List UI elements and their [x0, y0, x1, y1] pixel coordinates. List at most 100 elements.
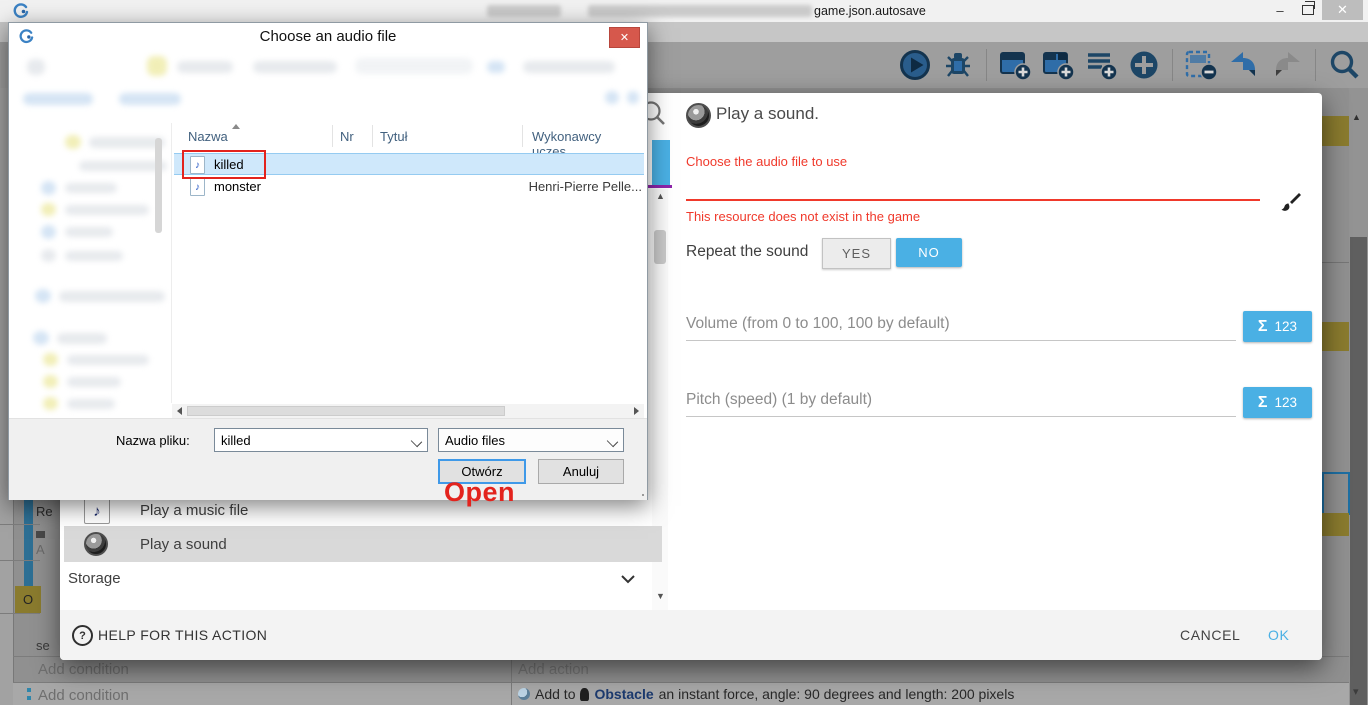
- ok-button[interactable]: OK: [1268, 627, 1289, 643]
- action-text-suffix: an instant force, angle: 90 degrees and …: [659, 686, 1015, 702]
- cancel-button[interactable]: CANCEL: [1180, 627, 1240, 643]
- event-row-line: [1322, 262, 1349, 263]
- column-divider[interactable]: [332, 125, 333, 147]
- file-chooser-dialog: Choose an audio file ✕: [8, 22, 648, 500]
- volume-input[interactable]: [686, 340, 1236, 341]
- redacted-search-box: [523, 61, 615, 73]
- repeat-no-button[interactable]: NO: [896, 238, 962, 267]
- undo-icon: [1227, 48, 1261, 82]
- restore-icon: [1302, 5, 1314, 15]
- add-event-icon: [998, 48, 1032, 82]
- screen: game.json.autosave – ✕: [0, 0, 1368, 705]
- sigma-icon: Σ: [1258, 394, 1268, 412]
- redacted-tree-icon: [41, 181, 56, 195]
- redacted-tree-item: [79, 161, 167, 171]
- pitch-field-label: Pitch (speed) (1 by default): [686, 391, 872, 409]
- close-window-button[interactable]: ✕: [1322, 0, 1363, 20]
- delete-event-icon: [1184, 48, 1218, 82]
- column-divider[interactable]: [522, 125, 523, 147]
- repeat-yes-button[interactable]: YES: [822, 238, 891, 269]
- redacted-tree-icon: [43, 353, 58, 366]
- minimize-button[interactable]: –: [1266, 0, 1294, 20]
- add-event-button[interactable]: [997, 47, 1033, 83]
- add-comment-button[interactable]: [1083, 47, 1119, 83]
- help-link[interactable]: HELP FOR THIS ACTION: [98, 627, 267, 643]
- scroll-up-icon[interactable]: ▲: [1352, 112, 1361, 122]
- redo-button[interactable]: [1269, 47, 1305, 83]
- redacted-tree-icon: [41, 225, 56, 239]
- chevron-down-icon: [607, 436, 618, 447]
- redacted-tree-icon: [35, 289, 51, 303]
- pitch-input[interactable]: [686, 416, 1236, 417]
- brush-icon[interactable]: [1278, 191, 1302, 215]
- caret-down-icon[interactable]: ▾: [1353, 685, 1359, 698]
- volume-expression-button[interactable]: Σ 123: [1243, 311, 1312, 342]
- scroll-up-icon[interactable]: ▲: [656, 191, 665, 201]
- toolbar-separator: [986, 49, 987, 81]
- delete-event-button[interactable]: [1183, 47, 1219, 83]
- redacted-tree-item: [65, 227, 113, 237]
- hscrollbar-thumb[interactable]: [187, 406, 505, 416]
- chevron-down-icon[interactable]: [620, 574, 636, 584]
- annotation-rectangle: [182, 150, 266, 179]
- event-row-line: [0, 613, 40, 614]
- redacted-nav-button: [27, 59, 45, 75]
- add-something-button[interactable]: [1126, 47, 1162, 83]
- scroll-down-icon[interactable]: ▼: [656, 591, 665, 601]
- anuluj-button[interactable]: Anuluj: [538, 459, 624, 484]
- column-divider[interactable]: [372, 125, 373, 147]
- file-row[interactable]: ♪ monster Henri-Pierre Pelle...: [174, 176, 644, 197]
- action-list-item-play-music[interactable]: Play a music file: [140, 502, 248, 519]
- resize-grip[interactable]: [642, 494, 644, 496]
- speaker-icon: [84, 532, 108, 556]
- category-accent-line: [646, 185, 672, 188]
- event-row-line: [0, 524, 40, 525]
- add-condition-link[interactable]: Add condition: [38, 661, 129, 678]
- redacted-tree-icon: [43, 375, 58, 388]
- add-subevent-button[interactable]: [1040, 47, 1076, 83]
- play-icon: [898, 48, 932, 82]
- column-header-nr[interactable]: Nr: [340, 129, 354, 144]
- restore-button[interactable]: [1294, 0, 1322, 20]
- redacted-organize-menu: [23, 93, 93, 105]
- speaker-icon: [686, 103, 711, 128]
- events-scrollbar-thumb[interactable]: [1350, 237, 1367, 705]
- filetype-combobox[interactable]: Audio files: [438, 428, 624, 452]
- redacted-view-button: [605, 91, 619, 104]
- filename-label: Nazwa pliku:: [116, 433, 190, 448]
- close-dialog-button[interactable]: ✕: [609, 27, 640, 48]
- search-button[interactable]: [1326, 47, 1362, 83]
- action-object-name: Obstacle: [594, 686, 653, 702]
- selected-event-block: [1322, 322, 1349, 351]
- action-list-scrollbar-thumb[interactable]: [654, 230, 666, 264]
- pitch-expression-button[interactable]: Σ 123: [1243, 387, 1312, 418]
- event-action-row[interactable]: Add to Obstacle an instant force, angle:…: [518, 686, 1014, 702]
- add-condition-link[interactable]: Add condition: [38, 687, 129, 704]
- category-storage[interactable]: Storage: [68, 570, 121, 587]
- scroll-right-icon[interactable]: [634, 407, 639, 415]
- action-list-item-play-sound-label: Play a sound: [140, 536, 227, 553]
- add-comment-icon: [1084, 48, 1118, 82]
- toolbar-separator: [1315, 49, 1316, 81]
- annotation-open-label: Open: [444, 477, 515, 508]
- resource-input[interactable]: [686, 199, 1260, 201]
- filetype-value: Audio files: [445, 433, 505, 448]
- add-action-link[interactable]: Add action: [518, 661, 589, 678]
- redacted-breadcrumb: [355, 58, 473, 74]
- scroll-left-icon[interactable]: [177, 407, 182, 415]
- debug-button[interactable]: [940, 47, 976, 83]
- redacted-tree-item: [67, 399, 115, 409]
- redacted-tree-icon: [65, 135, 81, 149]
- redacted-tree-icon: [41, 203, 56, 216]
- filename-combobox[interactable]: killed: [214, 428, 428, 452]
- column-header-name[interactable]: Nazwa: [188, 129, 228, 144]
- resource-field-label: Choose the audio file to use: [686, 154, 847, 169]
- audio-file-icon: ♪: [190, 178, 205, 196]
- repeat-label: Repeat the sound: [686, 243, 808, 261]
- column-header-title[interactable]: Tytuł: [380, 129, 407, 144]
- nav-pane-scrollbar-thumb[interactable]: [155, 138, 162, 233]
- undo-button[interactable]: [1226, 47, 1262, 83]
- file-list-hscrollbar[interactable]: [172, 404, 644, 418]
- play-button[interactable]: [897, 47, 933, 83]
- event-marker-dot: [27, 688, 31, 692]
